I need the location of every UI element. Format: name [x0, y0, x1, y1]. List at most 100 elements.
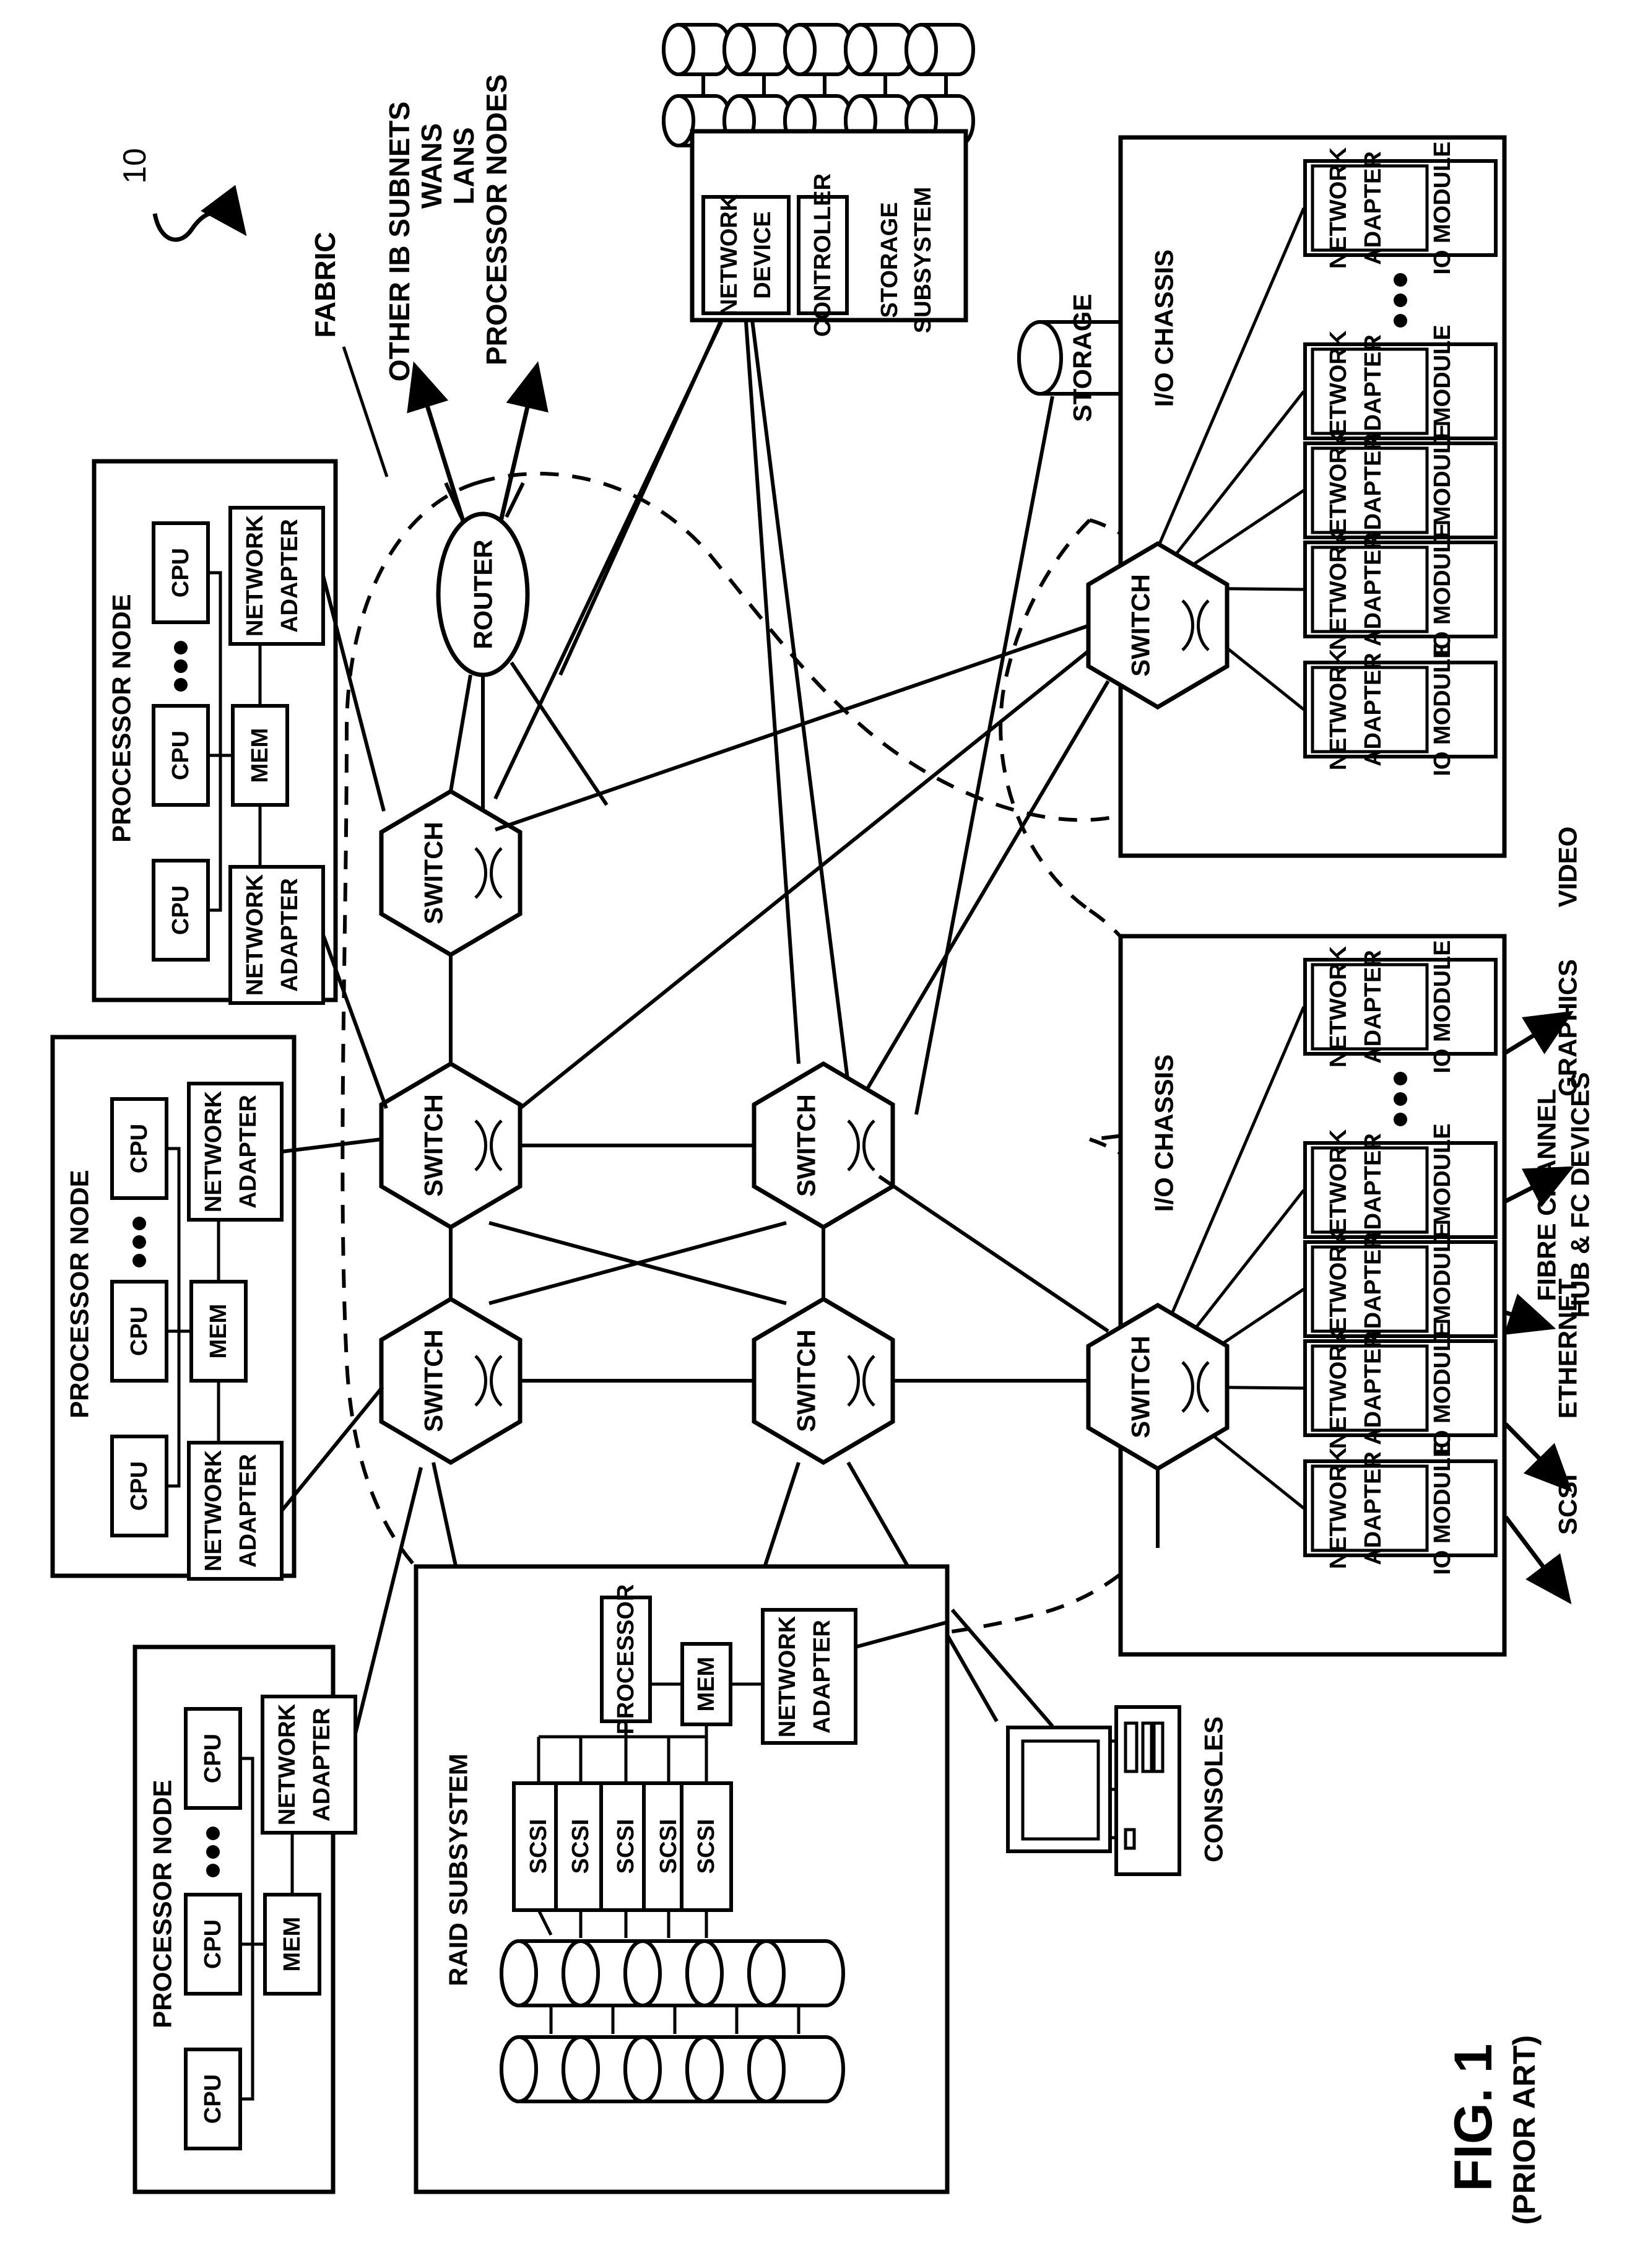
- io-chassis-1-slot-4[interactable]: NETWORK ADAPTER IO MODULE: [1303, 523, 1498, 656]
- io-chassis-1-slot-5[interactable]: NETWORK ADAPTER IO MODULE: [1303, 643, 1498, 776]
- svg-text:SCSI: SCSI: [613, 1819, 639, 1874]
- storage-subsystem-disk-array: [662, 23, 975, 147]
- io-output-annotations: VIDEO GRAPHICS FIBRE CHANNEL HUB & FC DE…: [1504, 827, 1595, 1605]
- raid-subsystem[interactable]: RAID SUBSYSTEM PROCESSOR MEM NETWORK ADA…: [414, 1564, 950, 2194]
- fabric-label: FABRIC: [309, 232, 341, 337]
- io-module-label: IO MODULE: [1430, 523, 1456, 656]
- figure-caption: FIG. 1: [1444, 2044, 1503, 2192]
- switch-node-e[interactable]: SWITCH: [752, 1296, 895, 1466]
- svg-text:NETWORK: NETWORK: [201, 1449, 227, 1571]
- processor-node-1-title: PROCESSOR NODE: [107, 594, 136, 842]
- switch-node-b[interactable]: SWITCH: [379, 1061, 523, 1230]
- processor-node-1[interactable]: PROCESSOR NODE CPU CPU CPU MEM NETWORK A…: [92, 459, 388, 1110]
- svg-text:ADAPTER: ADAPTER: [1360, 653, 1386, 767]
- figure-caption-sub: (PRIOR ART): [1507, 2035, 1542, 2225]
- console-drive-slot: [1124, 1721, 1139, 1773]
- svg-text:CPU: CPU: [126, 1306, 152, 1356]
- io-chassis-1[interactable]: I/O CHASSIS NETWORK ADAPTER IO MODULE NE…: [1118, 135, 1507, 858]
- io-chassis-2-slot-5[interactable]: NETWORK ADAPTER IO MODULE: [1303, 1441, 1498, 1575]
- patent-figure-page: 10 FABRIC OTHER IB SUBNETS WANS LANS PRO…: [0, 0, 1640, 2268]
- disk-icon: [844, 23, 914, 76]
- fibre-channel-label: FIBRE CHANNEL: [1532, 1089, 1561, 1301]
- switch-node-a[interactable]: SWITCH: [379, 788, 523, 958]
- link-storage-to-switch-center: [750, 319, 856, 1134]
- lans-label: LANS: [448, 127, 480, 204]
- ethernet-label: ETHERNET: [1553, 1278, 1582, 1419]
- processor-node-2[interactable]: PROCESSOR NODE CPU CPU CPU MEM NETWORK A…: [50, 1035, 384, 1581]
- svg-text:MEM: MEM: [279, 1917, 305, 1972]
- svg-text:MEM: MEM: [206, 1304, 232, 1359]
- processor-node-3-cpu-ellipsis: [206, 1827, 220, 1877]
- switch-label: SWITCH: [792, 1329, 821, 1432]
- processor-node-1-cpu-ellipsis: [174, 641, 188, 692]
- switch-label: SWITCH: [419, 822, 448, 924]
- raid-mem-label: MEM: [693, 1657, 719, 1712]
- svg-text:CPU: CPU: [126, 1124, 152, 1173]
- svg-text:SCSI: SCSI: [568, 1819, 594, 1874]
- processor-node-3-title: PROCESSOR NODE: [148, 1779, 177, 2028]
- svg-text:SCSI: SCSI: [526, 1819, 552, 1874]
- svg-text:MEM: MEM: [247, 728, 273, 783]
- svg-text:CPU: CPU: [200, 1734, 226, 1783]
- standalone-storage[interactable]: STORAGE: [914, 294, 1156, 1115]
- raid-subsystem-title: RAID SUBSYSTEM: [444, 1753, 473, 1986]
- router-node[interactable]: ROUTER: [436, 482, 609, 811]
- switch-label: SWITCH: [1126, 1336, 1155, 1438]
- io-chassis-2-slot-1[interactable]: NETWORK ADAPTER IO MODULE: [1303, 940, 1498, 1074]
- svg-text:CPU: CPU: [168, 548, 194, 597]
- switch-label: SWITCH: [1126, 574, 1155, 677]
- svg-text:NETWORK: NETWORK: [774, 1615, 800, 1737]
- io-module-label: IO MODULE: [1430, 141, 1456, 274]
- svg-text:NETWORK: NETWORK: [1325, 528, 1351, 650]
- processor-node-2-cpu-ellipsis: [132, 1217, 146, 1267]
- reference-numeral-10: 10: [117, 148, 247, 242]
- svg-text:CPU: CPU: [168, 731, 194, 780]
- wans-label: WANS: [415, 123, 448, 209]
- io-module-label: IO MODULE: [1430, 940, 1456, 1073]
- disk-icon: [747, 2035, 845, 2103]
- fabric-annotation: FABRIC: [309, 232, 389, 477]
- storage-subsystem[interactable]: NETWORK DEVICE CONTROLLER STORAGE SUBSYS…: [662, 23, 975, 337]
- switch-node-d[interactable]: SWITCH: [752, 1061, 895, 1230]
- svg-text:ADAPTER: ADAPTER: [1360, 1133, 1386, 1247]
- svg-text:ADAPTER: ADAPTER: [277, 878, 303, 992]
- svg-text:ADAPTER: ADAPTER: [1360, 151, 1386, 265]
- io-chassis-2-title: I/O CHASSIS: [1150, 1054, 1179, 1212]
- processor-nodes-label: PROCESSOR NODES: [480, 74, 513, 365]
- io-chassis-1-slot-1[interactable]: NETWORK ADAPTER IO MODULE: [1303, 141, 1498, 275]
- switch-label: SWITCH: [792, 1094, 821, 1197]
- console-screen: [1021, 1739, 1100, 1841]
- storage-subsystem-title-line1: STORAGE: [877, 202, 903, 318]
- svg-text:SCSI: SCSI: [693, 1819, 719, 1874]
- raid-processor-label: PROCESSOR: [613, 1584, 639, 1735]
- svg-text:NETWORK: NETWORK: [1325, 1447, 1351, 1569]
- svg-text:ADAPTER: ADAPTER: [235, 1095, 261, 1209]
- svg-text:ADAPTER: ADAPTER: [809, 1620, 835, 1734]
- svg-text:ADAPTER: ADAPTER: [1360, 532, 1386, 646]
- processor-node-2-title: PROCESSOR NODE: [65, 1170, 94, 1418]
- disk-icon: [662, 23, 732, 76]
- switch-node-c[interactable]: SWITCH: [379, 1296, 523, 1466]
- io-chassis-2-slot-4[interactable]: NETWORK ADAPTER IO MODULE: [1303, 1321, 1498, 1455]
- figure-canvas: 10 FABRIC OTHER IB SUBNETS WANS LANS PRO…: [50, 23, 1595, 2225]
- svg-text:NETWORK: NETWORK: [1325, 1327, 1351, 1449]
- console-power-button[interactable]: [1124, 1828, 1136, 1850]
- other-ib-subnets-label: OTHER IB SUBNETS: [383, 102, 415, 381]
- svg-text:NETWORK: NETWORK: [242, 874, 268, 996]
- svg-text:ADAPTER: ADAPTER: [1360, 1232, 1386, 1346]
- storage-controller-label: CONTROLLER: [810, 173, 836, 337]
- io-module-label: IO MODULE: [1430, 1441, 1456, 1575]
- io-chassis-1-ellipsis: [1394, 273, 1407, 328]
- io-chassis-1-title: I/O CHASSIS: [1150, 250, 1179, 407]
- disk-icon: [905, 23, 975, 76]
- svg-text:SCSI: SCSI: [656, 1819, 682, 1874]
- svg-text:ADAPTER: ADAPTER: [1360, 950, 1386, 1064]
- disk-icon: [783, 23, 854, 76]
- svg-text:NETWORK: NETWORK: [274, 1703, 300, 1825]
- figure-caption-group: FIG. 1 (PRIOR ART): [1444, 2035, 1542, 2225]
- storage-subsystem-title-line2: SUBSYSTEM: [910, 187, 936, 333]
- svg-text:NETWORK: NETWORK: [1325, 147, 1351, 269]
- scsi-output-label: SCSI: [1553, 1474, 1582, 1535]
- io-chassis-2[interactable]: I/O CHASSIS NETWORK ADAPTER IO MODULE NE…: [1118, 934, 1507, 1657]
- svg-text:ADAPTER: ADAPTER: [1360, 1331, 1386, 1445]
